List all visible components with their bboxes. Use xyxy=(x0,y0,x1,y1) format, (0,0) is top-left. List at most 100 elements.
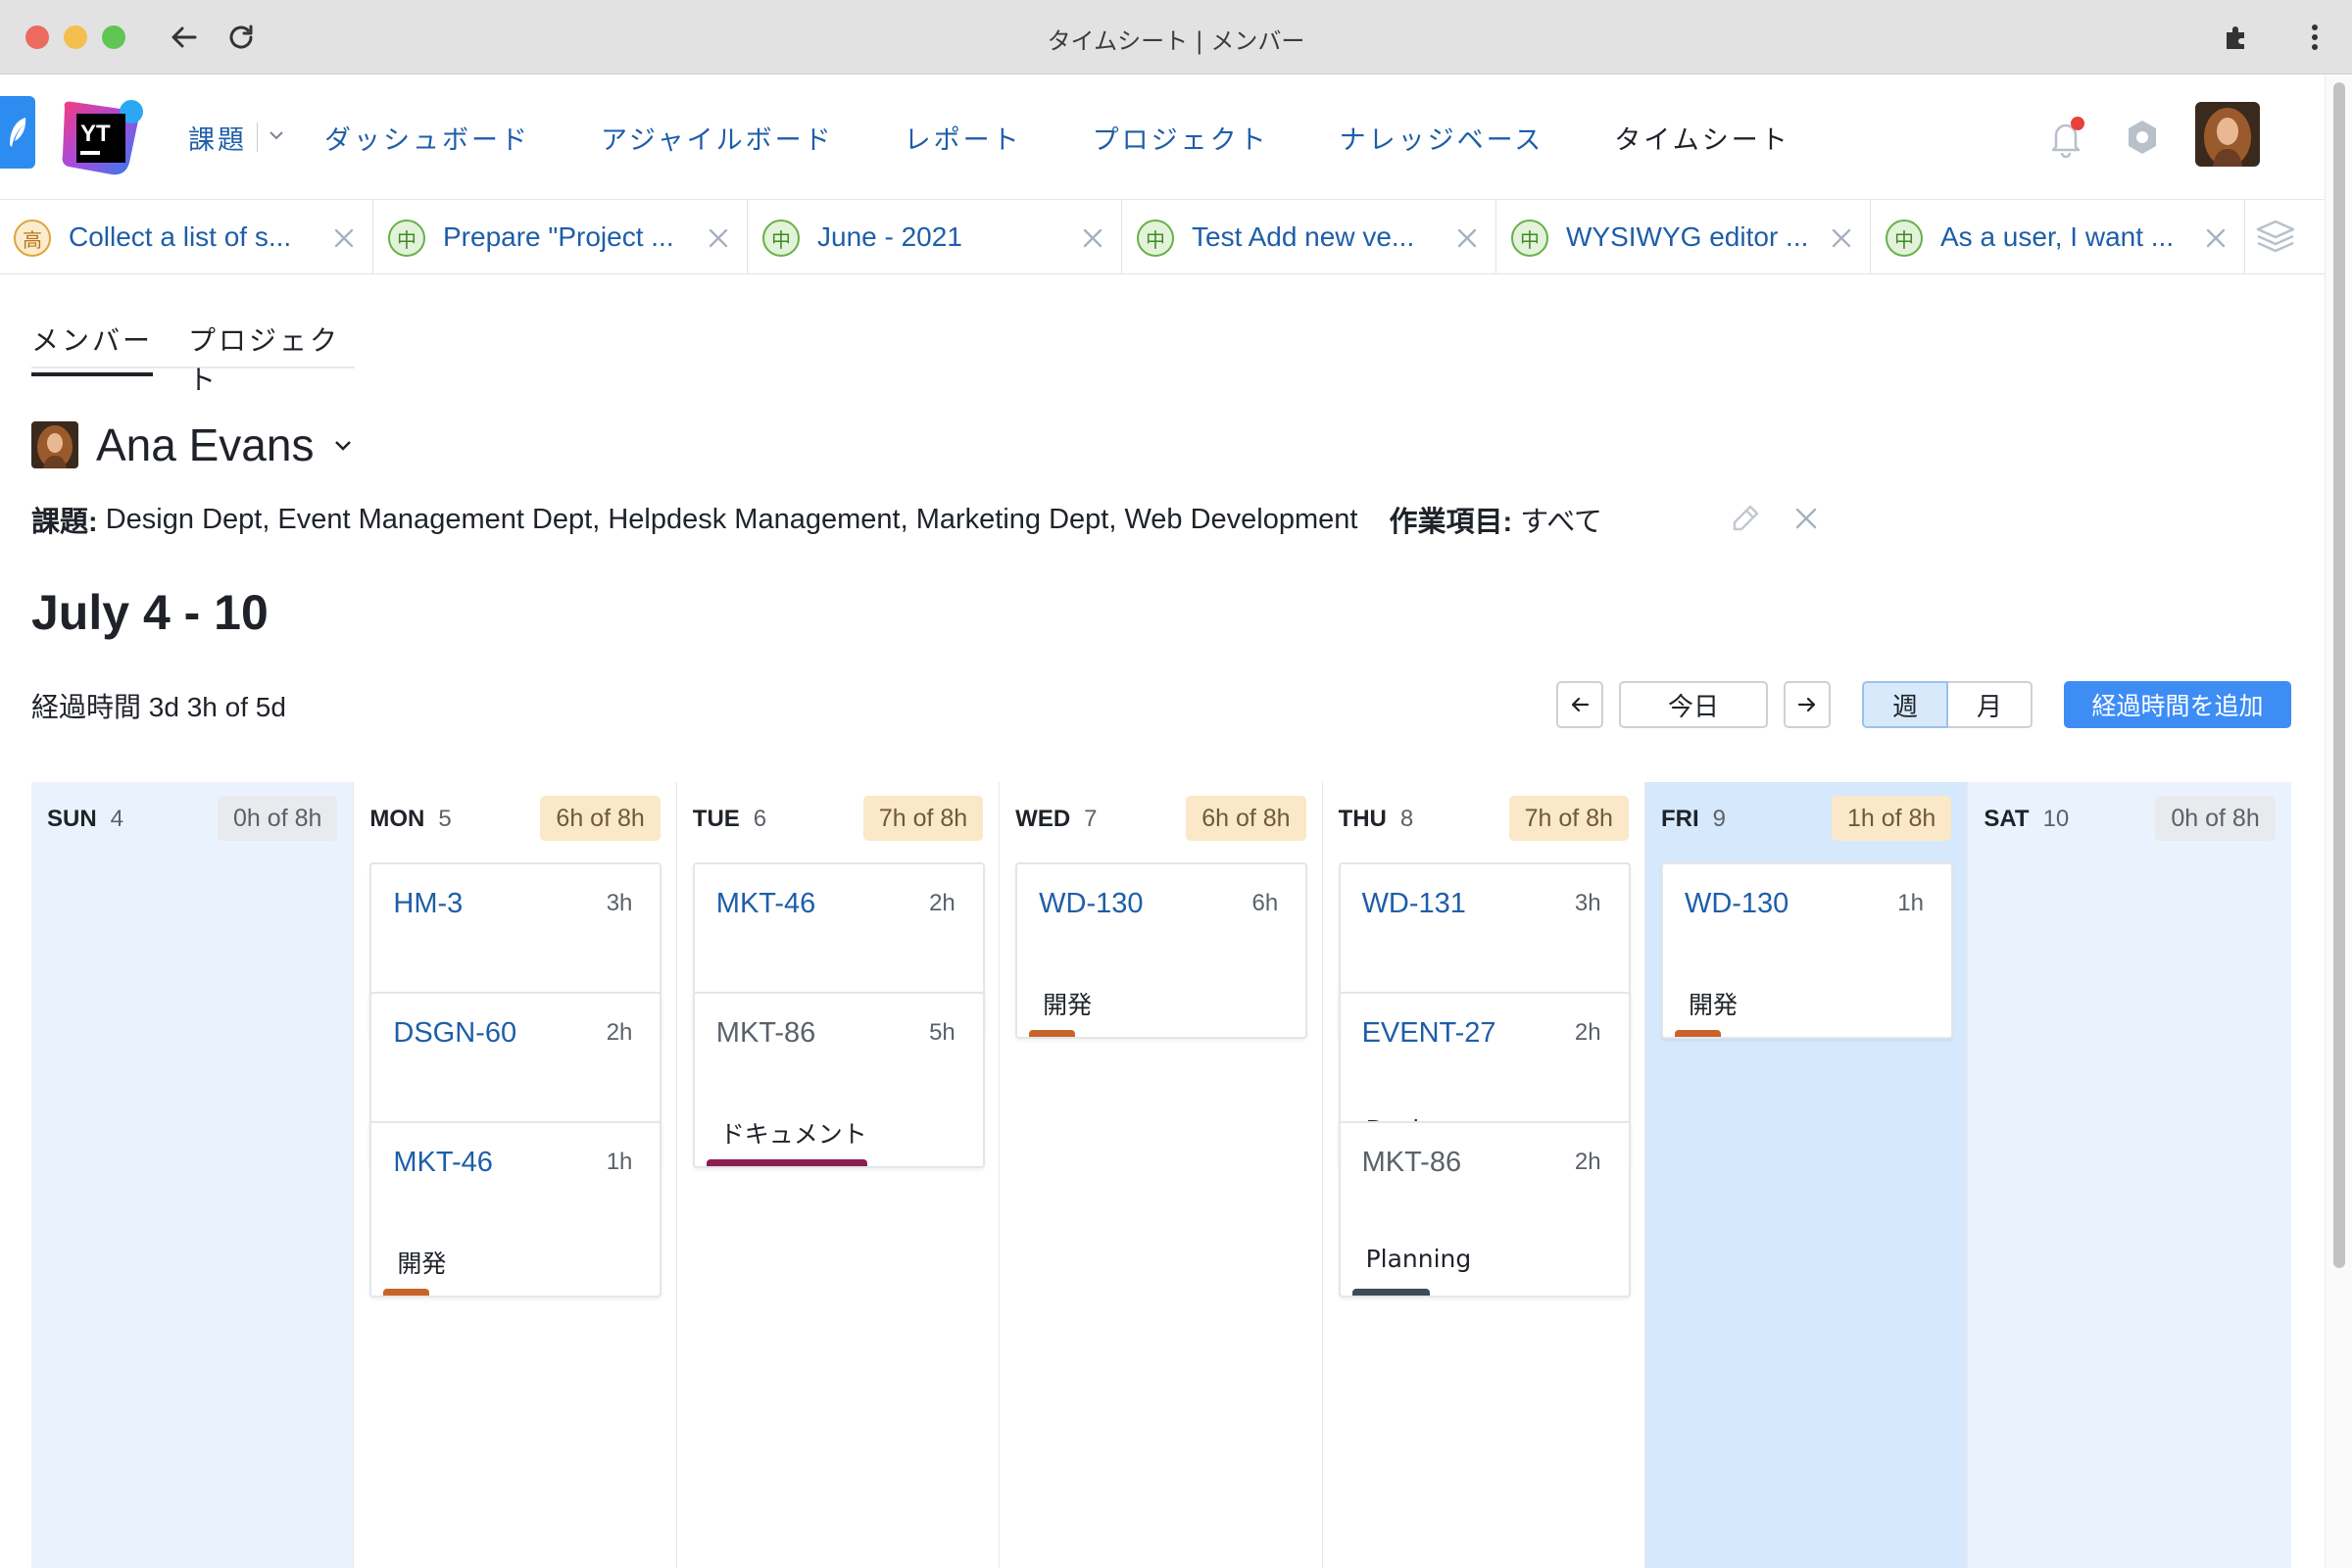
nav-item-agile-boards[interactable]: アジャイルボード xyxy=(601,119,834,157)
issue-tab[interactable]: 中 As a user, I want ... xyxy=(1872,200,2245,274)
issue-tab-label[interactable]: Test Add new ve... xyxy=(1192,221,1414,253)
day-hours-badge: 6h of 8h xyxy=(1186,796,1306,841)
page-scrollbar[interactable] xyxy=(2325,74,2352,1568)
extensions-puzzle-icon[interactable] xyxy=(2213,14,2260,61)
priority-badge: 中 xyxy=(1137,220,1174,257)
close-tab-icon[interactable] xyxy=(1829,225,1854,251)
issue-id-link[interactable]: MKT-86 xyxy=(716,1017,816,1050)
issue-tab-label[interactable]: Collect a list of s... xyxy=(69,221,291,253)
issue-tab[interactable]: 中 Test Add new ve... xyxy=(1123,200,1496,274)
app-header: YT 課題 ダッシュボード アジャイルボード レポート プロジェクト ナレッジベ… xyxy=(0,74,2325,200)
day-number: 4 xyxy=(110,806,124,832)
work-duration: 1h xyxy=(1897,890,1924,916)
day-hours-badge: 7h of 8h xyxy=(862,796,984,841)
issue-id-link[interactable]: WD-131 xyxy=(1362,888,1466,920)
issue-id-link[interactable]: WD-130 xyxy=(1685,888,1788,920)
issue-tab[interactable]: 中 Prepare "Project ... xyxy=(374,200,748,274)
workitems-filter-label: 作業項目: xyxy=(1389,507,1513,538)
chevron-down-icon[interactable] xyxy=(331,433,355,457)
issue-id-link[interactable]: MKT-86 xyxy=(1362,1147,1462,1179)
issue-id-link[interactable]: HM-3 xyxy=(393,888,463,920)
edit-pencil-icon[interactable] xyxy=(1729,502,1762,535)
issue-tab-label[interactable]: As a user, I want ... xyxy=(1940,221,2174,253)
work-type: Planning xyxy=(1365,1245,1472,1273)
work-item-card[interactable]: WD-130 1h 開発 xyxy=(1660,862,1953,1039)
today-button[interactable]: 今日 xyxy=(1619,681,1768,728)
work-item-card[interactable]: WD-130 6h 開発 xyxy=(1015,862,1308,1039)
issue-id-link[interactable]: WD-130 xyxy=(1039,888,1143,920)
work-type-color-bar xyxy=(1351,1289,1430,1296)
day-hours-badge: 1h of 8h xyxy=(1831,796,1952,841)
day-column-fri[interactable]: FRI 9 1h of 8h WD-130 1h 開発 xyxy=(1644,782,1969,1568)
day-column-wed[interactable]: WED 7 6h of 8h WD-130 6h 開発 xyxy=(1000,782,1323,1568)
close-tab-icon[interactable] xyxy=(1080,225,1105,251)
day-column-thu[interactable]: THU87h of 8hWD-1313h開発EVENT-272hDesignMK… xyxy=(1323,782,1645,1568)
work-type-color-bar xyxy=(706,1159,867,1166)
week-view-toggle[interactable]: 週 xyxy=(1862,681,1948,728)
nav-item-issues[interactable]: 課題 xyxy=(188,119,247,157)
issue-tab-label[interactable]: WYSIWYG editor ... xyxy=(1566,221,1808,253)
issue-id-link[interactable]: EVENT-27 xyxy=(1362,1017,1496,1050)
priority-badge: 中 xyxy=(1511,220,1548,257)
work-duration: 3h xyxy=(1574,890,1601,916)
day-column-tue[interactable]: TUE 6 7h of 8h MKT-46 2h ドキュメントMKT-86 5h ドキュメント xyxy=(677,782,1001,1568)
work-duration: 6h xyxy=(1251,890,1279,916)
youtrack-logo[interactable]: YT xyxy=(59,98,143,178)
work-duration: 2h xyxy=(929,890,956,916)
close-tab-icon[interactable] xyxy=(706,225,731,251)
day-header: WED 7 xyxy=(1015,806,1097,833)
priority-badge: 中 xyxy=(1886,220,1923,257)
day-hours-badge: 0h of 8h xyxy=(2155,796,2276,841)
day-column-mon[interactable]: MON56h of 8hHM-33hテストDSGN-602hドキュメントMKT-… xyxy=(354,782,677,1568)
issue-tab[interactable]: 高 Collect a list of s... xyxy=(0,200,373,274)
work-type-color-bar xyxy=(1029,1030,1076,1037)
close-tab-icon[interactable] xyxy=(331,225,357,251)
day-name: WED xyxy=(1015,806,1071,832)
issue-tab[interactable]: 中 WYSIWYG editor ... xyxy=(1497,200,1871,274)
nav-item-reports[interactable]: レポート xyxy=(905,119,1022,157)
browser-menu-icon[interactable] xyxy=(2291,14,2338,61)
close-tab-icon[interactable] xyxy=(2203,225,2229,251)
work-item-card[interactable]: MKT-86 5h ドキュメント xyxy=(692,992,985,1168)
previous-week-button[interactable] xyxy=(1556,681,1603,728)
issue-id-link[interactable]: MKT-46 xyxy=(716,888,816,920)
work-item-card[interactable]: MKT-46 1h 開発 xyxy=(369,1121,662,1298)
clear-filter-close-icon[interactable] xyxy=(1789,502,1823,535)
issue-tab[interactable]: 中 June - 2021 xyxy=(749,200,1122,274)
issue-id-link[interactable]: DSGN-60 xyxy=(393,1017,516,1050)
day-header: SAT 10 xyxy=(1984,806,2069,833)
month-view-toggle[interactable]: 月 xyxy=(1948,681,2033,728)
scrollbar-thumb[interactable] xyxy=(2333,82,2345,1268)
work-type: 開発 xyxy=(1043,991,1093,1019)
day-column-sat[interactable]: SAT 10 0h of 8h xyxy=(1968,782,2291,1568)
nav-item-knowledge-base[interactable]: ナレッジベース xyxy=(1340,119,1544,157)
administration-gear-icon[interactable] xyxy=(2119,114,2166,161)
nav-item-dashboards[interactable]: ダッシュボード xyxy=(324,119,530,157)
day-column-sun[interactable]: SUN 4 0h of 8h xyxy=(31,782,355,1568)
user-avatar[interactable] xyxy=(2195,102,2260,167)
user-selector[interactable]: Ana Evans xyxy=(31,416,355,474)
week-range-title: July 4 - 10 xyxy=(31,585,269,640)
chevron-down-icon[interactable] xyxy=(268,126,285,149)
layers-stack-icon[interactable] xyxy=(2254,216,2297,259)
work-item-card[interactable]: MKT-86 2h Planning xyxy=(1338,1121,1631,1298)
work-type-color-bar xyxy=(383,1289,430,1296)
issue-tab-label[interactable]: Prepare "Project ... xyxy=(443,221,674,253)
priority-badge: 高 xyxy=(14,220,51,257)
notifications-bell-icon[interactable] xyxy=(2042,114,2089,161)
day-name: THU xyxy=(1338,806,1387,832)
issue-tab-label[interactable]: June - 2021 xyxy=(817,221,962,253)
issue-id-link[interactable]: MKT-46 xyxy=(393,1147,493,1179)
spent-time-summary: 経過時間 3d 3h of 5d xyxy=(31,692,286,722)
next-week-button[interactable] xyxy=(1784,681,1831,728)
tab-members[interactable]: メンバー xyxy=(31,319,154,376)
nav-item-timesheets[interactable]: タイムシート xyxy=(1614,119,1789,157)
tab-projects[interactable]: プロジェクト xyxy=(188,319,355,398)
feedback-feather-icon[interactable] xyxy=(0,96,35,169)
issues-filter-label: 課題: xyxy=(31,507,98,538)
close-tab-icon[interactable] xyxy=(1454,225,1480,251)
week-calendar: SUN40h of 8hMON56h of 8hHM-33hテストDSGN-60… xyxy=(31,782,2291,1568)
timesheet-view-tabs: メンバー プロジェクト xyxy=(31,312,355,396)
add-spent-time-button[interactable]: 経過時間を追加 xyxy=(2064,681,2291,728)
nav-item-projects[interactable]: プロジェクト xyxy=(1093,119,1269,157)
